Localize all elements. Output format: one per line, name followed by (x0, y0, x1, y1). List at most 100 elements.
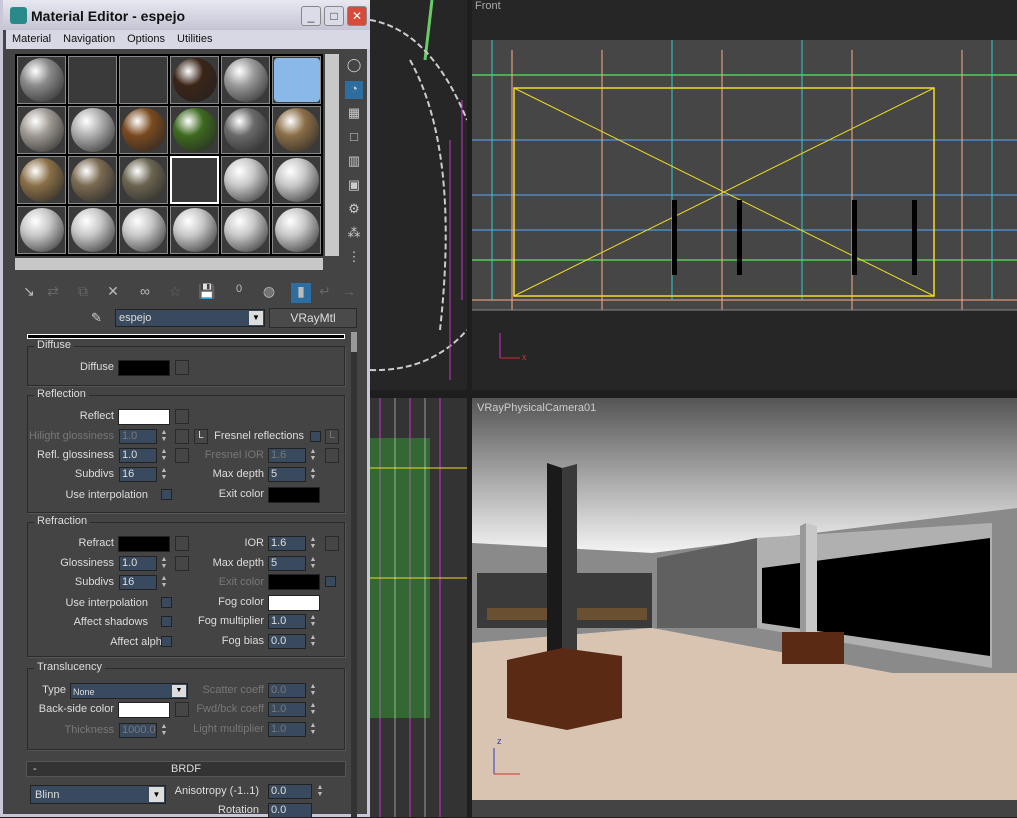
fresnel-ior-input[interactable]: 1.6 (268, 448, 306, 463)
sample-type-icon[interactable]: ◯ (345, 57, 363, 75)
spinner-icon[interactable]: ▲ ▼ (159, 723, 169, 738)
material-slot[interactable] (272, 56, 321, 104)
viewport-camera[interactable]: VRayPhysicalCamera01 z (472, 398, 1017, 800)
material-slot[interactable] (119, 106, 168, 154)
options-icon[interactable]: ⚙ (345, 201, 363, 219)
spinner-icon[interactable]: ▲ ▼ (308, 702, 318, 717)
use-interpolation-checkbox[interactable] (161, 597, 172, 608)
chevron-down-icon[interactable]: ▼ (249, 311, 263, 325)
menu-options[interactable]: Options (121, 30, 171, 48)
material-slot[interactable] (221, 156, 270, 204)
back-side-color-swatch[interactable] (118, 702, 170, 718)
fresnel-lock-button[interactable]: L (325, 429, 339, 444)
panel-scrollbar[interactable] (351, 332, 357, 817)
menu-material[interactable]: Material (6, 30, 57, 48)
exit-color-swatch[interactable] (268, 574, 320, 590)
material-slot[interactable] (68, 156, 117, 204)
affect-shadows-checkbox[interactable] (161, 616, 172, 627)
spinner-icon[interactable]: ▲ ▼ (308, 634, 318, 649)
material-slot[interactable] (170, 206, 219, 254)
glossiness-map-button[interactable] (175, 556, 189, 571)
max-depth-input[interactable]: 5 (268, 467, 306, 482)
refract-color-swatch[interactable] (118, 536, 170, 552)
subdivs-input[interactable]: 16 (119, 575, 157, 590)
spinner-icon[interactable]: ▲ ▼ (159, 575, 169, 590)
max-depth-input[interactable]: 5 (268, 556, 306, 571)
translucency-type-dropdown[interactable]: None ▼ (70, 683, 188, 699)
hilight-map-button[interactable] (175, 429, 189, 444)
hilight-lock-button[interactable]: L (194, 429, 208, 444)
light-multiplier-input[interactable]: 1.0 (268, 722, 306, 737)
close-button[interactable]: ✕ (347, 6, 367, 26)
material-slot[interactable] (17, 156, 66, 204)
get-material-icon[interactable]: ↘ (19, 283, 39, 303)
reflect-color-swatch[interactable] (118, 409, 170, 425)
spinner-icon[interactable]: ▲ ▼ (159, 467, 169, 482)
exit-color-checkbox[interactable] (325, 576, 336, 587)
spinner-icon[interactable]: ▲ ▼ (308, 683, 318, 698)
spinner-icon[interactable]: ▲ ▼ (159, 429, 169, 444)
fwd-bck-coeff-input[interactable]: 1.0 (268, 702, 306, 717)
brdf-type-dropdown[interactable]: Blinn ▼ (30, 785, 166, 804)
chevron-down-icon[interactable]: ▼ (172, 685, 186, 697)
viewport-label[interactable]: VRayPhysicalCamera01 (477, 402, 596, 414)
material-slot[interactable] (119, 56, 168, 104)
back-side-map-button[interactable] (175, 702, 189, 717)
material-slot[interactable] (272, 106, 321, 154)
slots-hscrollbar[interactable] (15, 258, 323, 270)
material-slot[interactable] (272, 156, 321, 204)
material-name-field[interactable]: espejo ▼ (115, 309, 265, 327)
ior-input[interactable]: 1.6 (268, 536, 306, 551)
diffuse-color-swatch[interactable] (118, 360, 170, 376)
material-slot[interactable] (17, 56, 66, 104)
maximize-button[interactable]: □ (324, 6, 344, 26)
make-preview-icon[interactable]: ▣ (345, 177, 363, 195)
pick-material-eyedropper-icon[interactable]: ✎ (91, 310, 102, 326)
spinner-icon[interactable]: ▲ ▼ (308, 556, 318, 571)
material-slot[interactable] (119, 156, 168, 204)
material-slot[interactable] (17, 206, 66, 254)
spinner-icon[interactable]: ▲ ▼ (308, 614, 318, 629)
material-slot[interactable] (170, 156, 219, 204)
make-unique-icon[interactable]: ☆ (165, 283, 185, 303)
put-to-library-icon[interactable]: 💾 (197, 283, 217, 303)
material-slot[interactable] (221, 106, 270, 154)
background-checker-icon[interactable]: ▦ (345, 105, 363, 123)
spinner-icon[interactable]: ▲ ▼ (308, 536, 318, 551)
fresnel-checkbox[interactable] (310, 431, 321, 442)
hilight-glossiness-input[interactable]: 1.0 (119, 429, 157, 444)
material-slot[interactable] (68, 106, 117, 154)
sample-uv-icon[interactable]: □ (345, 129, 363, 147)
brdf-rollout-header[interactable]: - BRDF (26, 761, 346, 777)
backlight-icon[interactable]: ◔ (345, 81, 363, 99)
refract-map-button[interactable] (175, 536, 189, 551)
material-slot[interactable] (17, 106, 66, 154)
material-slot[interactable] (170, 106, 219, 154)
make-copy-icon[interactable]: ∞ (135, 283, 155, 303)
scatter-coeff-input[interactable]: 0.0 (268, 683, 306, 698)
go-forward-icon[interactable]: → (339, 283, 359, 303)
exit-color-swatch[interactable] (268, 487, 320, 503)
anisotropy-input[interactable]: 0.0 (268, 784, 312, 799)
reflect-map-button[interactable] (175, 409, 189, 424)
rotation-input[interactable]: 0.0 (268, 803, 312, 818)
material-slot[interactable] (119, 206, 168, 254)
material-navigator-icon[interactable]: ⋮ (345, 249, 363, 267)
spinner-icon[interactable]: ▲ ▼ (308, 467, 318, 482)
menu-utilities[interactable]: Utilities (171, 30, 218, 48)
select-by-material-icon[interactable]: ⁂ (345, 225, 363, 243)
menu-navigation[interactable]: Navigation (57, 30, 121, 48)
refl-glossiness-input[interactable]: 1.0 (119, 448, 157, 463)
minimize-button[interactable]: _ (301, 6, 321, 26)
spinner-icon[interactable]: ▲ ▼ (159, 556, 169, 571)
material-slot[interactable] (170, 56, 219, 104)
ior-map-button[interactable] (325, 536, 339, 551)
spinner-icon[interactable]: ▲ ▼ (308, 448, 318, 463)
put-to-scene-icon[interactable]: ⇄ (43, 283, 63, 303)
spinner-icon[interactable]: ▲ ▼ (159, 448, 169, 463)
fog-multiplier-input[interactable]: 1.0 (268, 614, 306, 629)
viewport-top-left[interactable] (370, 0, 467, 390)
show-map-icon[interactable]: ◍ (259, 283, 279, 303)
subdivs-input[interactable]: 16 (119, 467, 157, 482)
video-color-icon[interactable]: ▥ (345, 153, 363, 171)
